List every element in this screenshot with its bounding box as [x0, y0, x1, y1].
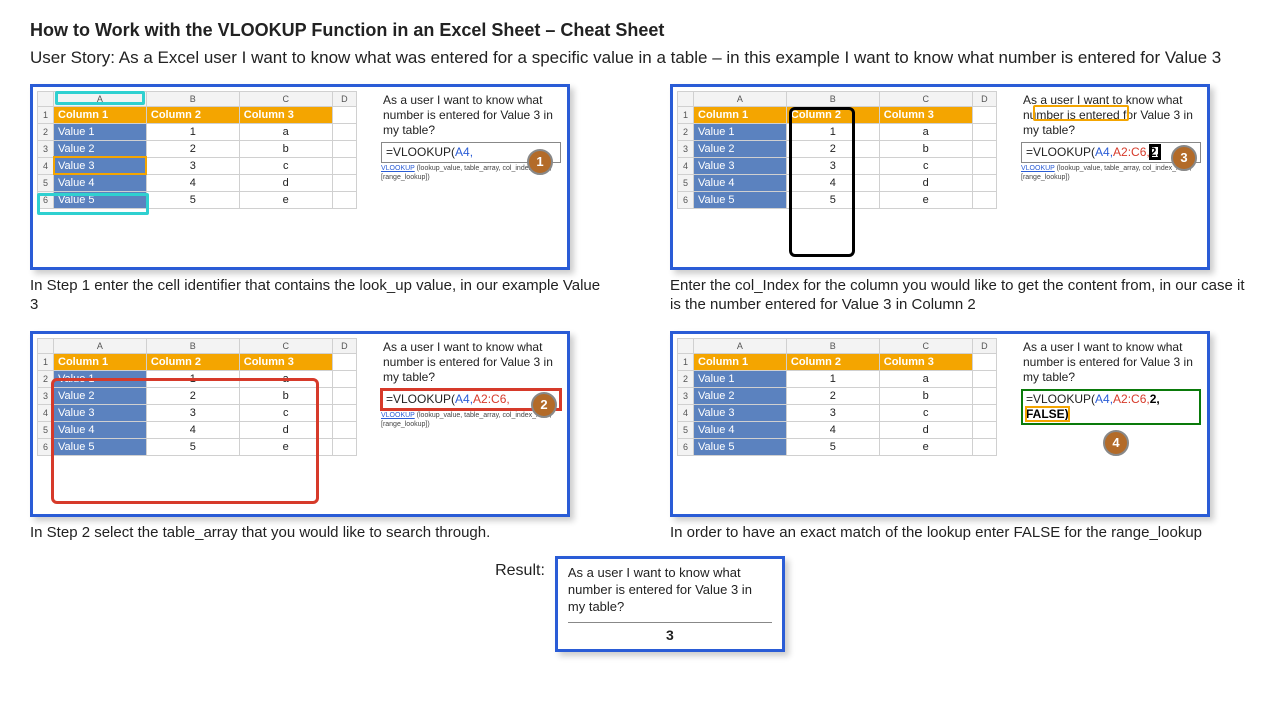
step-2-panel: ABCD 1Column 1Column 2Column 3 2Value 11…	[30, 331, 570, 517]
excel-table: ABCD 1Column 1Column 2Column 3 2Value 11…	[677, 338, 997, 456]
step-4: ABCD 1Column 1Column 2Column 3 2Value 11…	[670, 331, 1250, 543]
step-badge-1: 1	[527, 149, 553, 175]
result-story: As a user I want to know what number is …	[568, 565, 772, 616]
step-1-panel: A B C D 1Column 1Column 2Column 3 2Value…	[30, 84, 570, 270]
tooltip-hint: VLOOKUP (lookup_value, table_array, col_…	[381, 412, 561, 430]
excel-table: A B C D 1Column 1Column 2Column 3 2Value…	[37, 91, 357, 209]
result-section: Result: As a user I want to know what nu…	[30, 556, 1250, 652]
step-2-caption: In Step 2 select the table_array that yo…	[30, 523, 610, 543]
step-4-caption: In order to have an exact match of the l…	[670, 523, 1250, 543]
step-1-caption: In Step 1 enter the cell identifier that…	[30, 276, 610, 315]
step-3-caption: Enter the col_Index for the column you w…	[670, 276, 1250, 315]
step-1: A B C D 1Column 1Column 2Column 3 2Value…	[30, 84, 610, 315]
story-text: As a user I want to know what number is …	[381, 338, 561, 387]
step-3-panel: ABCD 1Column 1Column 2Column 3 2Value 11…	[670, 84, 1210, 270]
step-badge-3: 3	[1171, 145, 1197, 171]
story-text: As a user I want to know what number is …	[381, 91, 561, 140]
story-text: As a user I want to know what number is …	[1021, 91, 1201, 140]
user-story: User Story: As a Excel user I want to kn…	[30, 47, 1250, 70]
step-2: ABCD 1Column 1Column 2Column 3 2Value 11…	[30, 331, 610, 543]
step-3: ABCD 1Column 1Column 2Column 3 2Value 11…	[670, 84, 1250, 315]
result-label: Result:	[495, 556, 545, 580]
formula-step4: =VLOOKUP(A4,A2:C6,2, FALSE)	[1021, 389, 1201, 425]
steps-grid: A B C D 1Column 1Column 2Column 3 2Value…	[30, 84, 1250, 543]
result-box: As a user I want to know what number is …	[555, 556, 785, 652]
story-text: As a user I want to know what number is …	[1021, 338, 1201, 387]
excel-table: ABCD 1Column 1Column 2Column 3 2Value 11…	[677, 91, 997, 209]
step-badge-2: 2	[531, 392, 557, 418]
result-value: 3	[568, 622, 772, 643]
excel-table: ABCD 1Column 1Column 2Column 3 2Value 11…	[37, 338, 357, 456]
tooltip-hint: VLOOKUP (lookup_value, table_array, col_…	[1021, 165, 1201, 183]
step-4-panel: ABCD 1Column 1Column 2Column 3 2Value 11…	[670, 331, 1210, 517]
step-badge-4: 4	[1103, 430, 1129, 456]
page-title: How to Work with the VLOOKUP Function in…	[30, 20, 1250, 41]
